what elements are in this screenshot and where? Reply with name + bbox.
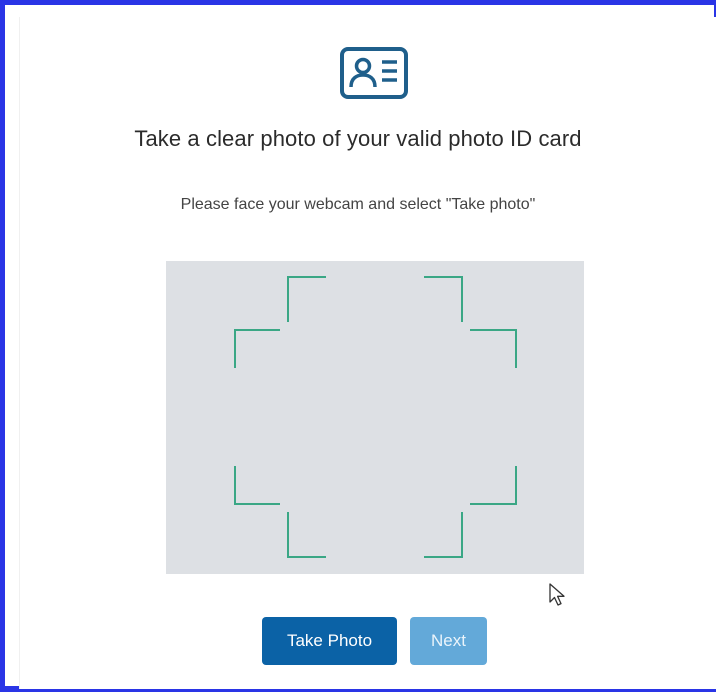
take-photo-button[interactable]: Take Photo — [262, 617, 397, 665]
next-button[interactable]: Next — [410, 617, 487, 665]
guide-corner-bottom-left-inner — [287, 512, 326, 558]
mouse-cursor-icon — [549, 583, 565, 606]
guide-corner-bottom-right-outer — [470, 466, 517, 505]
id-card-icon — [340, 47, 408, 99]
guide-corner-bottom-right-inner — [424, 512, 463, 558]
alignment-guides — [234, 276, 517, 558]
guide-corner-bottom-left-outer — [234, 466, 280, 505]
guide-corner-top-left-outer — [234, 329, 280, 368]
page-title: Take a clear photo of your valid photo I… — [134, 126, 582, 151]
page-instruction: Please face your webcam and select "Take… — [180, 196, 536, 213]
guide-corner-top-right-outer — [470, 329, 517, 368]
guide-corner-top-left-inner — [287, 276, 326, 322]
webcam-preview — [166, 261, 584, 574]
guide-corner-top-right-inner — [424, 276, 463, 322]
